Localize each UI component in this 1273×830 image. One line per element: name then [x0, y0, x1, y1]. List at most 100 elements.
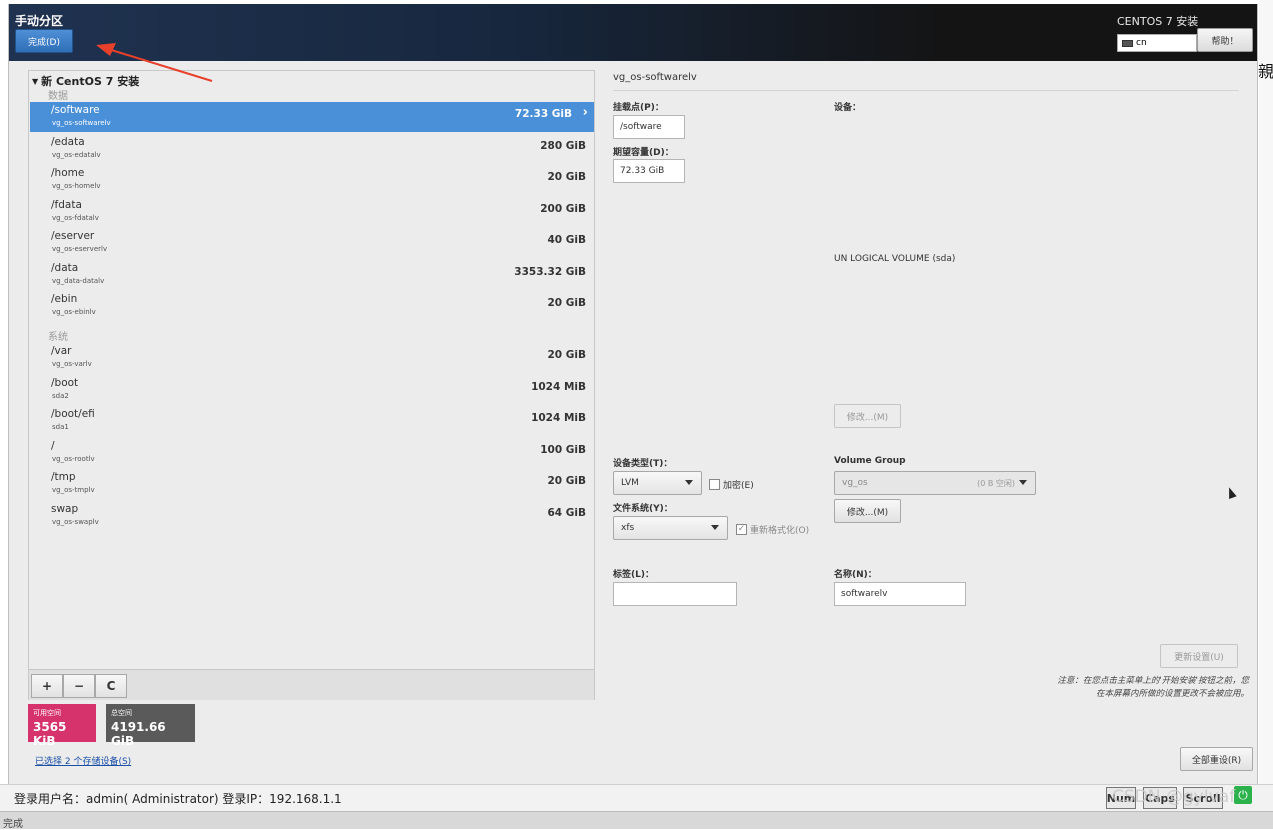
available-space-value: 3565 KiB [33, 720, 67, 748]
mount-point-device: vg_os-swaplv [52, 517, 99, 526]
update-settings-button[interactable]: 更新设置(U) [1160, 644, 1238, 668]
volume-group-value: vg_os [842, 478, 868, 488]
mouse-cursor-icon [1225, 485, 1237, 500]
mount-point-path: /eserver [51, 230, 95, 242]
remove-mount-point-button[interactable]: − [63, 674, 95, 698]
screen: 親 手动分区 完成(D) CENTOS 7 安装 cn 帮助！ ▼ 新 Cent… [0, 0, 1273, 830]
mount-point-device: sda1 [52, 423, 69, 431]
mount-point-row[interactable]: /var vg_os-varlv 20 GiB [30, 343, 594, 373]
desired-capacity-field[interactable]: 72.33 GiB [613, 159, 685, 183]
mount-point-device: vg_os-varlv [52, 360, 92, 368]
mount-point-row[interactable]: /ebin vg_os-ebinlv 20 GiB [30, 291, 594, 321]
mount-point-row[interactable]: /eserver vg_os-eserverlv 40 GiB [30, 228, 594, 258]
mount-point-row[interactable]: /home vg_os-homelv 20 GiB [30, 165, 594, 195]
available-space-box: 可用空间 3565 KiB [28, 704, 96, 748]
data-category-label: 数据 [48, 91, 68, 102]
device-type-dropdown[interactable]: LVM [613, 471, 702, 495]
filesystem-dropdown[interactable]: xfs [613, 516, 728, 540]
reset-all-button[interactable]: 全部重设(R) [1180, 747, 1253, 771]
mount-point-path: /software [51, 104, 100, 116]
mount-point-row[interactable]: /data vg_data-datalv 3353.32 GiB [30, 260, 594, 290]
name-input[interactable]: softwarelv [834, 582, 966, 606]
label-input[interactable] [613, 582, 737, 606]
mount-point-size: 64 GiB [547, 506, 587, 519]
mount-point-size: 20 GiB [547, 171, 587, 183]
installer-title: CENTOS 7 安装 [1117, 15, 1199, 28]
apply-note-line-1: 注意：在您点击主菜单上的'开始安装'按钮之前，您 [1057, 676, 1249, 686]
volume-group-free-space: (0 B 空闲) [977, 479, 1015, 488]
mount-point-device: vg_os-fdatalv [52, 213, 99, 222]
add-mount-point-button[interactable]: + [31, 674, 63, 698]
total-space-box: 总空间 4191.66 GiB [106, 704, 195, 748]
mount-point-path: /boot/efi [51, 408, 95, 420]
available-space-label: 可用空间 [33, 709, 61, 717]
mount-point-row[interactable]: /tmp vg_os-tmplv 20 GiB [30, 469, 594, 499]
checkmark-icon: ✓ [736, 524, 747, 535]
mount-point-device: vg_os-ebinlv [52, 308, 96, 316]
page-title: 手动分区 [15, 14, 64, 28]
mount-point-path: / [51, 439, 55, 452]
mount-point-row[interactable]: /boot/efi sda1 1024 MiB [30, 406, 594, 436]
dropdown-arrow-icon [711, 525, 719, 530]
volume-group-dropdown[interactable]: vg_os (0 B 空闲) [834, 471, 1036, 495]
selected-storage-devices-link[interactable]: 已选择 2 个存储设备(S) [35, 754, 131, 767]
mount-point-device: vg_os-edatalv [52, 150, 101, 159]
mount-point-size: 1024 MiB [531, 412, 586, 424]
mount-point-path: /fdata [51, 198, 82, 211]
background-window-text: 親 [1258, 62, 1273, 81]
mount-point-row[interactable]: /software vg_os-softwarelv 72.33 GiB › [30, 102, 594, 132]
chevron-right-icon: › [582, 105, 588, 120]
mount-point-path: /home [51, 167, 85, 179]
mount-point-size: 1024 MiB [531, 380, 586, 393]
mount-point-path: /tmp [51, 471, 76, 483]
mount-point-row[interactable]: /edata vg_os-edatalv 280 GiB [30, 134, 594, 164]
device-type-label: 设备类型(T)： [613, 459, 673, 469]
installer-window: 手动分区 完成(D) CENTOS 7 安装 cn 帮助！ ▼ 新 CentOS… [8, 4, 1258, 784]
device-description: UN LOGICAL VOLUME (sda) [834, 254, 956, 264]
apply-note-line-2: 在本屏幕内所做的设置更改不会被应用。 [1095, 689, 1249, 699]
filesystem-value: xfs [621, 523, 635, 533]
mount-point-size: 20 GiB [547, 475, 587, 487]
mount-point-size: 72.33 GiB [514, 108, 572, 120]
mount-point-path: /boot [51, 376, 79, 389]
system-category-label: 系统 [48, 332, 68, 343]
mount-point-row[interactable]: / vg_os-rootlv 100 GiB [30, 438, 594, 468]
mount-point-size: 20 GiB [547, 297, 587, 309]
mount-point-size: 20 GiB [547, 349, 587, 361]
mount-point-path: /var [51, 345, 72, 357]
mount-point-row[interactable]: /fdata vg_os-fdatalv 200 GiB [30, 197, 594, 227]
mount-point-device: sda2 [52, 391, 69, 400]
keyboard-layout-indicator[interactable]: cn [1117, 34, 1197, 52]
expand-triangle-icon: ▼ [32, 76, 39, 86]
volume-group-label: Volume Group [834, 456, 906, 466]
mount-point-path: swap [51, 502, 79, 515]
login-info: 登录用户名：admin( Administrator) 登录IP：192.168… [14, 792, 342, 806]
reformat-checkbox[interactable]: ✓ 重新格式化(O) [736, 523, 809, 536]
refresh-button[interactable]: C [95, 674, 127, 698]
modify-devices-button[interactable]: 修改...(M) [834, 404, 901, 428]
power-icon[interactable]: ⏻ [1234, 786, 1252, 804]
partition-toolbar: + − C [29, 669, 594, 700]
done-button[interactable]: 完成(D) [15, 29, 73, 53]
mount-point-device: vg_os-softwarelv [52, 119, 111, 127]
label-field-label: 标签(L)： [613, 570, 654, 580]
mount-point-device: vg_os-homelv [52, 182, 101, 190]
mount-point-label: 挂载点(P)： [613, 103, 664, 113]
title-divider [613, 90, 1239, 91]
help-button[interactable]: 帮助！ [1197, 28, 1253, 52]
mount-point-path: /ebin [51, 293, 78, 305]
mount-point-path: /edata [51, 135, 85, 148]
mount-point-size: 200 GiB [540, 202, 586, 215]
mount-point-field[interactable]: /software [613, 115, 685, 139]
devices-label: 设备： [834, 103, 862, 113]
mount-point-size: 40 GiB [547, 234, 587, 246]
background-window-edge [1259, 0, 1273, 811]
encrypt-checkbox[interactable]: 加密(E) [709, 478, 754, 491]
filesystem-label: 文件系统(Y)： [613, 504, 673, 514]
host-status-text: 完成 [3, 819, 23, 830]
modify-volume-group-button[interactable]: 修改...(M) [834, 499, 901, 523]
mount-point-row[interactable]: /boot sda2 1024 MiB [30, 375, 594, 405]
mount-point-row[interactable]: swap vg_os-swaplv 64 GiB [30, 501, 594, 531]
keyboard-icon [1122, 39, 1133, 47]
name-field-label: 名称(N)： [834, 570, 877, 580]
